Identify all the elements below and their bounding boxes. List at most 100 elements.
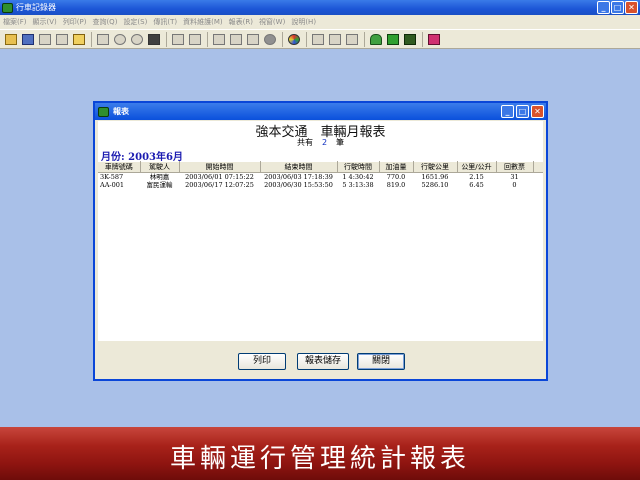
cell-plate: AA-001: [100, 181, 124, 189]
zoom-in-icon[interactable]: [112, 31, 128, 47]
app-car-icon: [2, 2, 13, 13]
cell-start-time: 2003/06/17 12:07:25: [185, 181, 254, 189]
print-preview-icon[interactable]: [187, 31, 203, 47]
toolbar-separator: [282, 31, 283, 47]
toolbar-separator: [306, 31, 307, 47]
toolbar: [0, 29, 640, 49]
report-area: 強本交通 車輛月報表 共有 2 筆 月份: 2003年6月 車牌號碼 駕駛人 開始時…: [98, 121, 543, 341]
print-button[interactable]: 列印: [238, 353, 286, 370]
table-icon[interactable]: [95, 31, 111, 47]
menu-view[interactable]: 顯示(V): [33, 17, 57, 27]
open-folder-icon[interactable]: [3, 31, 19, 47]
column-header-driver[interactable]: 駕駛人: [140, 161, 180, 173]
column-header-drive-time[interactable]: 行駛時間: [337, 161, 380, 173]
toolbar-separator: [166, 31, 167, 47]
cell-km-per-liter: 6.45: [469, 181, 484, 189]
dialog-button-bar: 列印 報表儲存 關閉: [95, 343, 546, 379]
toolbar-separator: [364, 31, 365, 47]
cell-end-time: 2003/06/30 15:53:50: [264, 181, 333, 189]
card-icon[interactable]: [228, 31, 244, 47]
menu-help[interactable]: 說明(H): [291, 17, 316, 27]
cell-fuel: 819.0: [386, 181, 406, 189]
cell-tickets: 0: [512, 181, 517, 189]
report-dialog: 報表 _ □ ✕ 強本交通 車輛月報表 共有 2 筆 月份: 2003年6月 車牌號…: [93, 101, 548, 381]
column-header-plate[interactable]: 車牌號碼: [98, 161, 141, 173]
menu-window[interactable]: 視窗(W): [259, 17, 285, 27]
table-row[interactable]: AA-001 富民運輸 2003/06/17 12:07:25 2003/06/…: [98, 181, 543, 189]
column-icon[interactable]: [344, 31, 360, 47]
menu-reports[interactable]: 報表(R): [229, 17, 253, 27]
cell-tickets: 31: [510, 173, 519, 181]
column-header-distance[interactable]: 行駛公里: [413, 161, 458, 173]
column-header-start-time[interactable]: 開始時間: [179, 161, 261, 173]
banner-text: 車輛運行管理統計報表: [169, 444, 470, 474]
delete-icon[interactable]: [54, 31, 70, 47]
close-button[interactable]: ✕: [625, 1, 638, 14]
page-icon[interactable]: [211, 31, 227, 47]
toolbar-separator: [207, 31, 208, 47]
color-icon[interactable]: [286, 31, 302, 47]
chart-icon[interactable]: [310, 31, 326, 47]
app-title: 行車記錄器: [16, 3, 56, 12]
users-icon[interactable]: [368, 31, 384, 47]
cell-distance: 1651.96: [421, 173, 449, 181]
table-row[interactable]: 3K-587 林明嘉 2003/06/01 07:15:22 2003/06/0…: [98, 173, 543, 182]
column-header-km-per-liter[interactable]: 公里/公升: [457, 161, 497, 173]
cell-fuel: 770.0: [386, 173, 406, 181]
record-count: 共有 2 筆: [98, 137, 543, 148]
cell-distance: 5286.10: [421, 181, 449, 189]
column-header-filler: [533, 161, 543, 173]
menu-transfer[interactable]: 傳訊(T): [153, 17, 177, 27]
record-count-unit: 筆: [336, 138, 345, 147]
menu-file[interactable]: 檔案(F): [3, 17, 27, 27]
list-icon[interactable]: [327, 31, 343, 47]
stop-icon[interactable]: [37, 31, 53, 47]
dialog-window-controls: _ □ ✕: [501, 105, 544, 118]
cell-drive-time: 1 4:30:42: [342, 173, 374, 181]
maximize-button[interactable]: □: [611, 1, 624, 14]
record-icon[interactable]: [262, 31, 278, 47]
column-header-fuel[interactable]: 加油量: [379, 161, 414, 173]
dialog-minimize-button[interactable]: _: [501, 105, 514, 118]
record-count-value: 2: [321, 138, 328, 147]
disk-icon[interactable]: [20, 31, 36, 47]
table-header-row: 車牌號碼 駕駛人 開始時間 結束時間 行駛時間 加油量 行駛公里 公里/公升 回…: [98, 161, 543, 173]
column-header-tickets[interactable]: 回數票: [496, 161, 534, 173]
minimize-button[interactable]: _: [597, 1, 610, 14]
menu-query[interactable]: 查詢(Q): [92, 17, 117, 27]
column-header-end-time[interactable]: 結束時間: [260, 161, 338, 173]
frame-icon[interactable]: [245, 31, 261, 47]
cell-end-time: 2003/06/03 17:18:39: [264, 173, 333, 181]
cell-driver: 林明嘉: [149, 173, 170, 181]
save-report-button[interactable]: 報表儲存: [297, 353, 349, 370]
print-icon[interactable]: [170, 31, 186, 47]
cell-driver: 富民運輸: [146, 181, 173, 189]
menu-bar: 檔案(F) 顯示(V) 列印(P) 查詢(Q) 設定(S) 傳訊(T) 資料維護…: [0, 15, 640, 29]
cell-km-per-liter: 2.15: [469, 173, 484, 181]
dialog-title: 報表: [113, 107, 129, 116]
window-controls: _ □ ✕: [597, 1, 638, 14]
car-icon[interactable]: [385, 31, 401, 47]
menu-settings[interactable]: 設定(S): [123, 17, 147, 27]
cell-drive-time: 5 3:13:38: [342, 181, 374, 189]
report-table: 車牌號碼 駕駛人 開始時間 結束時間 行駛時間 加油量 行駛公里 公里/公升 回…: [98, 161, 543, 189]
record-count-label: 共有: [296, 138, 313, 147]
run-icon[interactable]: [71, 31, 87, 47]
close-report-button[interactable]: 關閉: [357, 353, 405, 370]
menu-print[interactable]: 列印(P): [63, 17, 87, 27]
cell-filler: [533, 173, 543, 182]
toolbar-separator: [91, 31, 92, 47]
dialog-close-button[interactable]: ✕: [531, 105, 544, 118]
dialog-maximize-button[interactable]: □: [516, 105, 529, 118]
toolbar-separator: [422, 31, 423, 47]
zoom-out-icon[interactable]: [129, 31, 145, 47]
cell-filler: [533, 181, 543, 189]
menu-data-maintenance[interactable]: 資料維護(M): [183, 17, 223, 27]
dialog-car-icon: [98, 106, 109, 117]
book-icon[interactable]: [402, 31, 418, 47]
binoculars-icon[interactable]: [146, 31, 162, 47]
cell-start-time: 2003/06/01 07:15:22: [185, 173, 254, 181]
eraser-icon[interactable]: [426, 31, 442, 47]
app-title-bar[interactable]: 行車記錄器 _ □ ✕: [0, 0, 640, 15]
dialog-title-bar[interactable]: 報表 _ □ ✕: [95, 103, 546, 120]
